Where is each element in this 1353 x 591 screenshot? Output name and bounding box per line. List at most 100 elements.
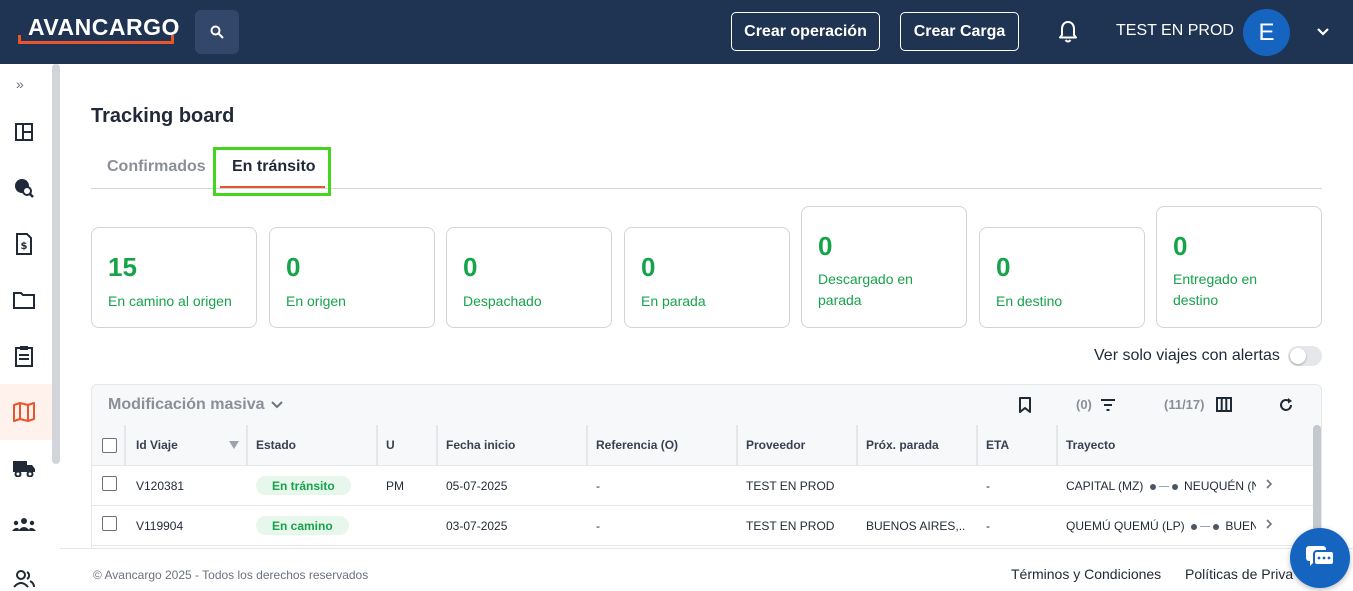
sidebar-item-groups[interactable]: [12, 512, 36, 536]
row-checkbox[interactable]: [102, 476, 117, 491]
column-separator: [736, 425, 738, 466]
column-header-fecha-inicio[interactable]: Fecha inicio: [446, 438, 515, 452]
column-separator: [376, 425, 378, 466]
route-dot: [1171, 483, 1178, 490]
sidebar-scrollbar[interactable]: [52, 64, 60, 464]
cell-id-viaje: V120381: [136, 479, 185, 493]
status-count: 0: [1173, 231, 1188, 261]
chevron-right-icon[interactable]: [1264, 478, 1274, 490]
status-label: En origen: [286, 293, 346, 309]
status-card-en-destino[interactable]: 0 En destino: [979, 227, 1145, 328]
filter-count: (0): [1076, 397, 1092, 412]
active-tab-underline: [220, 186, 325, 188]
column-header-eta[interactable]: ETA: [986, 438, 1009, 452]
row-checkbox[interactable]: [102, 516, 117, 531]
sidebar-item-tracking-search[interactable]: [12, 176, 36, 200]
sidebar-item-folders[interactable]: [12, 288, 36, 312]
status-label: Despachado: [463, 293, 542, 309]
status-card-en-camino-origen[interactable]: 15 En camino al origen: [91, 227, 257, 328]
truck-icon: [13, 461, 35, 477]
sidebar-item-users[interactable]: [12, 567, 36, 591]
table-row[interactable]: V119904 En camino 03-07-2025 - TEST EN P…: [92, 506, 1321, 546]
sidebar-item-orders[interactable]: [12, 344, 36, 368]
privacy-link[interactable]: Políticas de Priva: [1185, 566, 1293, 582]
status-count: 0: [286, 252, 301, 282]
dashboard-icon: [15, 123, 33, 141]
column-header-proveedor[interactable]: Proveedor: [746, 438, 805, 452]
cell-id-viaje: V119904: [136, 519, 184, 533]
filter-icon[interactable]: [1100, 398, 1116, 412]
user-name[interactable]: TEST EN PROD: [1116, 22, 1234, 40]
cell-u: PM: [386, 479, 404, 493]
invoice-icon: $: [16, 233, 32, 255]
status-card-en-parada[interactable]: 0 En parada: [624, 227, 790, 328]
bulk-edit-button[interactable]: Modificación masiva: [108, 396, 265, 414]
create-operation-button[interactable]: Crear operación: [731, 12, 880, 51]
logo-text: AVANCARGO: [28, 14, 180, 40]
tab-en-transito[interactable]: En tránsito: [232, 158, 316, 176]
column-header-u[interactable]: U: [386, 438, 395, 452]
tab-confirmados[interactable]: Confirmados: [107, 158, 206, 176]
column-separator: [976, 425, 978, 466]
expand-sidebar-icon[interactable]: »: [16, 76, 24, 92]
columns-count: (11/17): [1164, 397, 1205, 412]
page-title: Tracking board: [91, 105, 235, 127]
chevron-right-icon[interactable]: [1264, 518, 1274, 530]
avancargo-logo[interactable]: AVANCARGO: [18, 14, 179, 46]
alerts-toggle[interactable]: [1288, 346, 1322, 366]
bell-icon[interactable]: [1058, 20, 1078, 44]
terms-link[interactable]: Términos y Condiciones: [1011, 566, 1161, 582]
avatar[interactable]: E: [1243, 9, 1290, 56]
sidebar-item-billing[interactable]: $: [12, 232, 36, 256]
columns-icon[interactable]: [1216, 397, 1232, 412]
groups-icon: [12, 518, 36, 531]
column-header-estado[interactable]: Estado: [256, 438, 296, 452]
refresh-icon[interactable]: [1278, 397, 1294, 413]
cell-trayecto: QUEMÚ QUEMÚ (LP) BUENO: [1066, 519, 1256, 533]
trips-table-panel: Modificación masiva (0) (11/17) Id Viaje…: [91, 384, 1322, 554]
column-separator: [1056, 425, 1058, 466]
status-badge: En tránsito: [256, 476, 351, 495]
status-card-entregado-destino[interactable]: 0 Entregado en destino: [1156, 206, 1322, 328]
bookmark-icon[interactable]: [1018, 397, 1032, 413]
create-load-button[interactable]: Crear Carga: [900, 12, 1019, 51]
clipboard-icon: [15, 346, 33, 367]
cell-eta: -: [986, 479, 990, 493]
copyright-text: © Avancargo 2025 - Todos los derechos re…: [93, 568, 369, 582]
column-separator: [246, 425, 248, 466]
route-dot: [1191, 523, 1198, 530]
column-header-referencia[interactable]: Referencia (O): [596, 438, 678, 452]
map-icon: [13, 402, 35, 422]
globe-search-icon: [15, 179, 34, 198]
chevron-down-icon[interactable]: [1315, 24, 1331, 40]
search-button[interactable]: [195, 10, 239, 54]
chat-icon: [1306, 546, 1335, 566]
chat-button[interactable]: [1290, 528, 1350, 588]
column-header-trayecto[interactable]: Trayecto: [1066, 438, 1115, 452]
column-separator: [586, 425, 588, 466]
column-header-id-viaje[interactable]: Id Viaje: [136, 438, 178, 452]
table-row[interactable]: V120381 En tránsito PM 05-07-2025 - TEST…: [92, 466, 1321, 506]
table-header: Id Viaje Estado U Fecha inicio Referenci…: [92, 425, 1321, 466]
sidebar-item-dashboard[interactable]: [12, 120, 36, 144]
sort-icon[interactable]: [229, 441, 239, 449]
status-label: Entregado en destino: [1173, 271, 1258, 308]
column-header-prox-parada[interactable]: Próx. parada: [866, 438, 939, 452]
status-label: Descargado en parada: [818, 271, 913, 308]
chevron-down-icon[interactable]: [270, 398, 284, 412]
status-count: 0: [996, 252, 1011, 282]
status-label: En camino al origen: [108, 293, 232, 309]
folder-icon: [13, 292, 35, 309]
sidebar-item-trucks[interactable]: [12, 456, 36, 480]
route-line: [1200, 526, 1211, 528]
status-card-despachado[interactable]: 0 Despachado: [446, 227, 612, 328]
select-all-checkbox[interactable]: [102, 438, 117, 453]
status-count: 0: [641, 252, 656, 282]
status-count: 15: [108, 252, 137, 282]
cell-proveedor: TEST EN PROD: [746, 519, 835, 533]
status-card-en-origen[interactable]: 0 En origen: [269, 227, 435, 328]
sidebar-item-map[interactable]: [12, 400, 36, 424]
status-card-descargado-parada[interactable]: 0 Descargado en parada: [801, 206, 967, 328]
alerts-toggle-label: Ver solo viajes con alertas: [1094, 347, 1280, 364]
users-icon: [13, 570, 35, 588]
